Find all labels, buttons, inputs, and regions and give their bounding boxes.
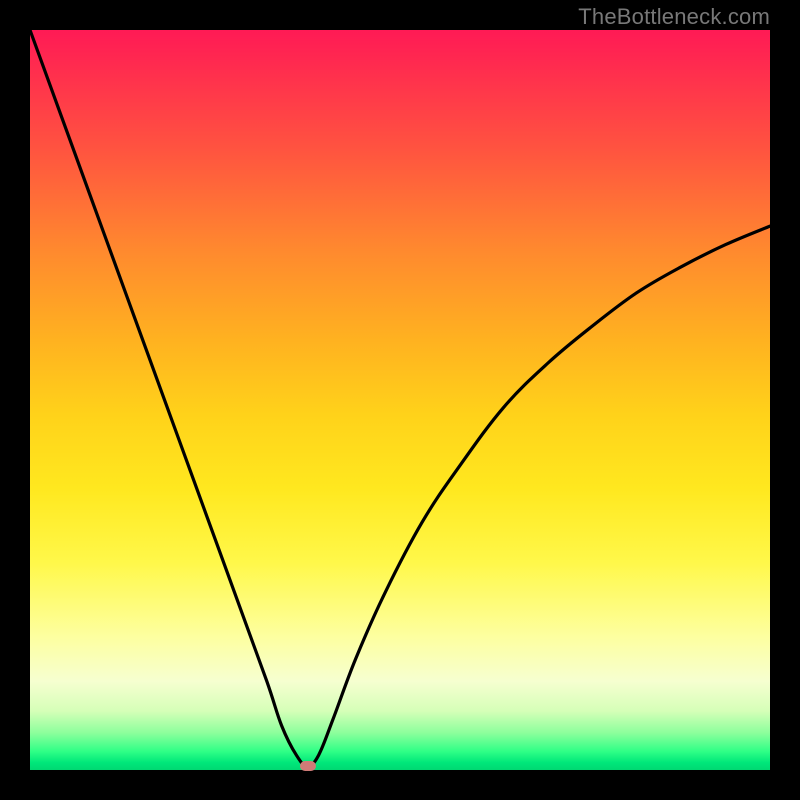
curve-svg [30,30,770,770]
min-marker [300,761,316,771]
bottleneck-curve [30,30,770,766]
watermark-text: TheBottleneck.com [578,4,770,30]
chart-frame: TheBottleneck.com [0,0,800,800]
plot-area [30,30,770,770]
